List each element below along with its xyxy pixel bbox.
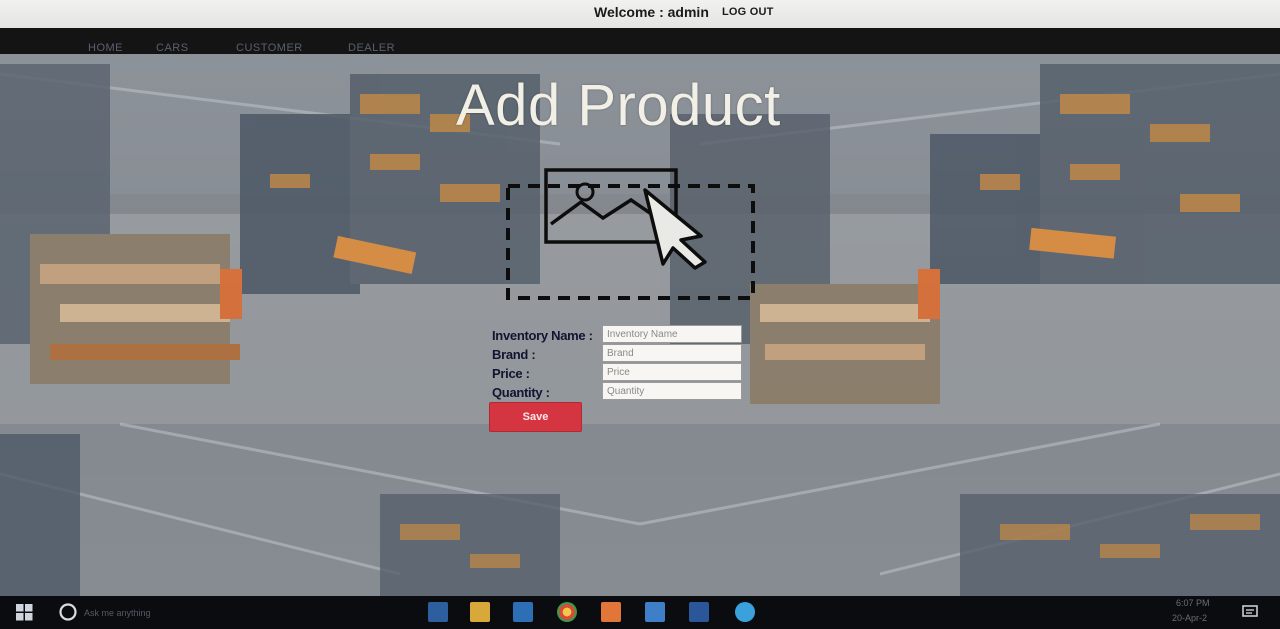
logout-link[interactable]: LOG OUT [722,6,774,18]
task-view-icon[interactable] [428,602,448,622]
page-title: Add Product [456,73,781,138]
ie-icon[interactable] [735,602,755,622]
taskbar-search-box[interactable]: Ask me anything [84,608,151,618]
quantity-input[interactable] [602,382,742,400]
notification-icon[interactable] [1242,604,1258,620]
nav-item-home[interactable]: HOME [88,42,123,54]
quantity-label: Quantity : [492,385,550,400]
cortana-icon[interactable] [58,602,78,622]
inventory-name-label: Inventory Name : [492,328,593,343]
brand-input[interactable] [602,344,742,362]
top-header: Welcome : admin LOG OUT [0,0,1280,28]
clock-time[interactable]: 6:07 PM [1176,598,1210,608]
image-upload-area[interactable] [505,162,757,302]
price-input[interactable] [602,363,742,381]
nav-item-dealer[interactable]: DEALER [348,42,395,54]
nav-item-customer[interactable]: CUSTOMER [236,42,303,54]
nav-bar: HOME CARS CUSTOMER DEALER [0,28,1280,54]
security-icon[interactable] [645,602,665,622]
save-button[interactable]: Save [489,402,582,432]
inventory-name-input[interactable] [602,325,742,343]
nav-item-cars[interactable]: CARS [156,42,189,54]
paint-icon[interactable] [601,602,621,622]
file-explorer-icon[interactable] [470,602,490,622]
clock-date[interactable]: 20-Apr-2 [1172,613,1207,623]
store-icon[interactable] [513,602,533,622]
windows-taskbar: Ask me anything 6:07 PM 20-Apr-2 [0,596,1280,629]
brand-label: Brand : [492,347,536,362]
price-label: Price : [492,366,530,381]
image-upload-icon [506,168,755,300]
word-icon[interactable] [689,602,709,622]
welcome-text: Welcome : admin [594,4,709,20]
windows-start-icon[interactable] [16,604,33,621]
chrome-icon[interactable] [557,602,577,622]
